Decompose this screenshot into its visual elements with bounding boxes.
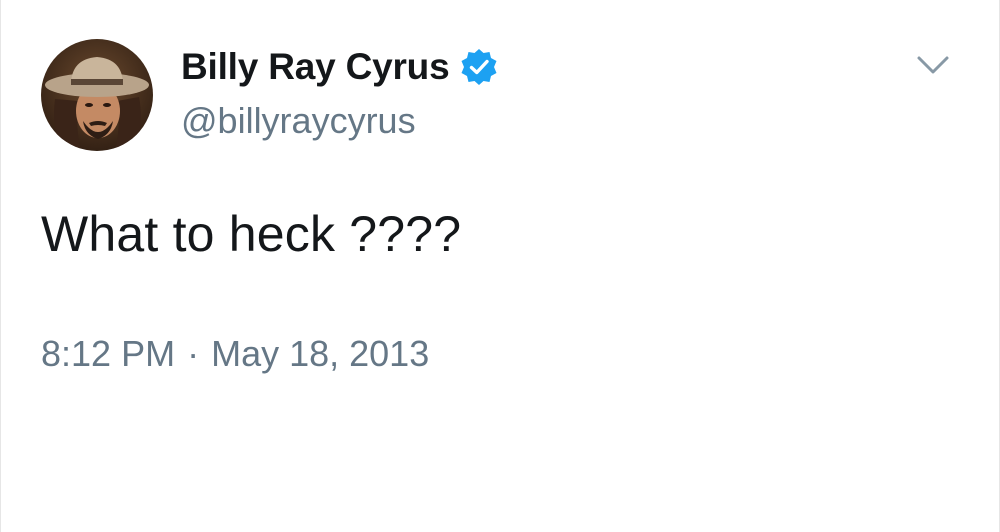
author-name-row[interactable]: Billy Ray Cyrus <box>181 44 499 90</box>
tweet-text: What to heck ???? <box>41 206 462 262</box>
username-handle[interactable]: @billyraycyrus <box>181 100 416 142</box>
timestamp-separator: · <box>187 333 200 374</box>
tweet-date[interactable]: May 18, 2013 <box>211 333 429 374</box>
tweet-card: Billy Ray Cyrus @billyraycyrus What to h… <box>0 0 1000 532</box>
avatar-image <box>41 39 153 151</box>
verified-badge-icon <box>459 47 499 87</box>
display-name: Billy Ray Cyrus <box>181 46 450 87</box>
avatar[interactable] <box>41 39 153 151</box>
chevron-down-icon[interactable] <box>913 50 953 80</box>
tweet-time[interactable]: 8:12 PM <box>41 333 175 374</box>
tweet-timestamp: 8:12 PM · May 18, 2013 <box>41 333 429 375</box>
